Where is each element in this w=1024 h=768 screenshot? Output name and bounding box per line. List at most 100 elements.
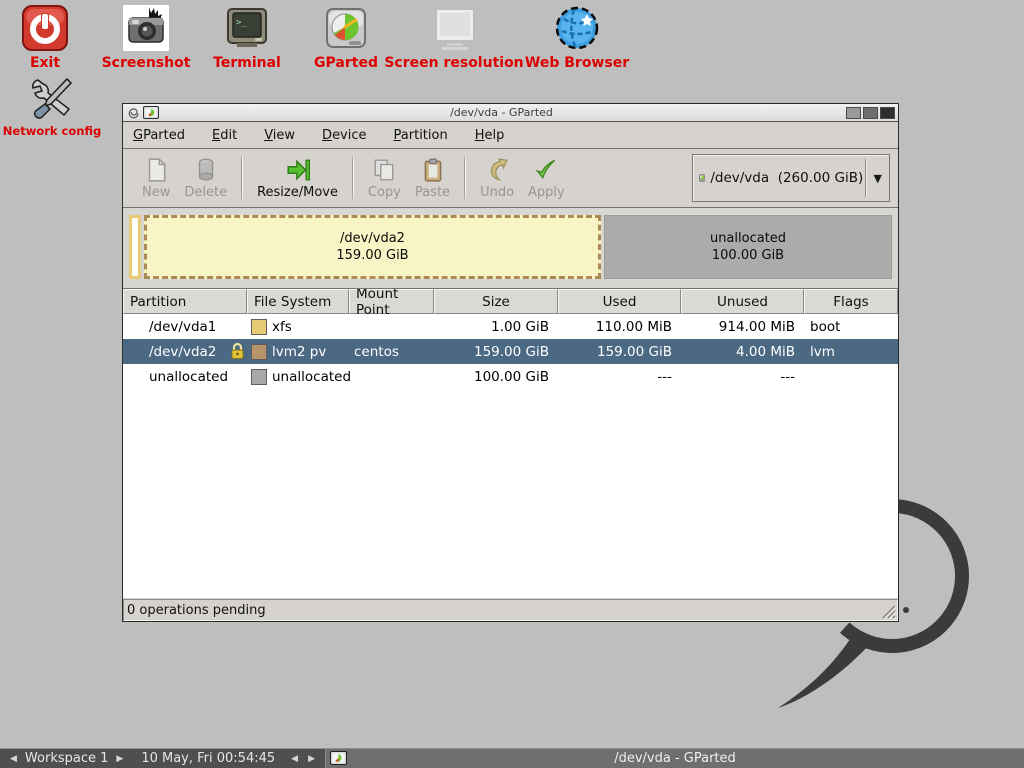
undo-icon: [484, 157, 510, 183]
delete-button[interactable]: Delete: [177, 155, 234, 202]
resize-move-button[interactable]: Resize/Move: [250, 155, 345, 202]
terminal-icon: >_: [225, 3, 269, 51]
workspace-switcher: ◀ Workspace 1 ▶ 10 May, Fri 00:54:45 ◀ ▶: [0, 749, 325, 768]
desktop-icon-exit[interactable]: Exit: [12, 3, 78, 71]
resize-grip[interactable]: [880, 603, 896, 619]
chevron-down-icon[interactable]: ▼: [871, 172, 885, 185]
partition-label: /dev/vda2: [340, 230, 405, 247]
debian-swirl-icon: [126, 106, 139, 119]
menu-partition[interactable]: Partition: [394, 128, 448, 143]
filesystem-color-swatch: [251, 319, 267, 335]
device-selector[interactable]: /dev/vda (260.00 GiB) ▼: [692, 154, 890, 202]
menu-view[interactable]: View: [264, 128, 295, 143]
menu-edit[interactable]: Edit: [212, 128, 237, 143]
cell-text: 110.00 MiB: [596, 319, 672, 335]
cell-text: 914.00 MiB: [719, 319, 795, 335]
exit-power-icon: [22, 3, 68, 51]
minimize-button[interactable]: [846, 107, 861, 119]
desktop-icon-screenshot[interactable]: Screenshot: [98, 3, 194, 71]
desktop-icon-gparted[interactable]: GParted: [302, 3, 390, 71]
cell-text: /dev/vda2: [149, 344, 216, 360]
cell-flags: [804, 364, 898, 389]
cell-text: unallocated: [272, 369, 351, 385]
toolbar: New Delete Resize/Move Copy: [123, 149, 898, 208]
camera-icon: [123, 3, 169, 51]
desktop-icon-network-config[interactable]: Network config: [6, 72, 98, 138]
toolbar-separator: [352, 157, 354, 199]
menu-gparted[interactable]: GParted: [133, 128, 185, 143]
cell-fs: lvm2 pv: [247, 339, 349, 364]
cell-text: 1.00 GiB: [491, 319, 549, 335]
desktop-icon-label: GParted: [314, 55, 378, 71]
desktop-icon-screen-resolution[interactable]: Screen resolution: [390, 3, 518, 71]
cell-size: 100.00 GiB: [434, 364, 558, 389]
cell-mount: centos: [349, 339, 434, 364]
clock-next-icon[interactable]: ▶: [306, 754, 317, 764]
partition-visual-bar: /dev/vda2 159.00 GiB unallocated 100.00 …: [123, 208, 898, 288]
lock-icon: [230, 342, 245, 360]
device-selector-value: /dev/vda (260.00 GiB): [710, 170, 863, 186]
cell-fs: unallocated: [247, 364, 349, 389]
partition-block-vda2-selected[interactable]: /dev/vda2 159.00 GiB: [144, 215, 601, 279]
paste-icon: [420, 157, 446, 183]
delete-icon: [193, 157, 219, 183]
workspace-next-icon[interactable]: ▶: [114, 754, 125, 764]
undo-button[interactable]: Undo: [473, 155, 521, 202]
window-titlebar[interactable]: /dev/vda - GParted: [123, 104, 898, 122]
copy-icon: [371, 157, 397, 183]
gparted-window-icon: [143, 106, 159, 120]
desktop-icon-label: Network config: [3, 124, 101, 138]
cell-mount: [349, 364, 434, 389]
workspace-prev-icon[interactable]: ◀: [8, 754, 19, 764]
gparted-drive-icon: [323, 3, 369, 51]
cell-text: ---: [780, 369, 795, 385]
table-row--dev-vda1[interactable]: /dev/vda1xfs1.00 GiB110.00 MiB914.00 MiB…: [123, 314, 898, 339]
cell-used: 110.00 MiB: [558, 314, 681, 339]
task-button-gparted[interactable]: /dev/vda - GParted: [325, 749, 1024, 768]
column-header-used[interactable]: Used: [558, 289, 681, 314]
column-header-partition[interactable]: Partition: [123, 289, 247, 314]
table-body: /dev/vda1xfs1.00 GiB110.00 MiB914.00 MiB…: [123, 314, 898, 598]
partition-size: 159.00 GiB: [336, 247, 408, 264]
cell-text: 4.00 MiB: [736, 344, 795, 360]
tools-icon: [29, 72, 75, 120]
clock-prev-icon[interactable]: ◀: [289, 754, 300, 764]
close-button[interactable]: [880, 107, 895, 119]
paste-button[interactable]: Paste: [408, 155, 457, 202]
column-header-mountpoint[interactable]: Mount Point: [349, 289, 434, 314]
cell-size: 159.00 GiB: [434, 339, 558, 364]
monitor-icon: [429, 3, 479, 51]
maximize-button[interactable]: [863, 107, 878, 119]
new-document-icon: [143, 157, 169, 183]
desktop-icon-label: Exit: [30, 55, 60, 71]
partition-label: unallocated: [710, 230, 786, 247]
cell-text: lvm2 pv: [272, 344, 326, 360]
filesystem-color-swatch: [251, 344, 267, 360]
cell-fs: xfs: [247, 314, 349, 339]
column-header-flags[interactable]: Flags: [804, 289, 898, 314]
copy-button[interactable]: Copy: [361, 155, 408, 202]
menubar: GParted Edit View Device Partition Help: [123, 122, 898, 149]
partition-block-unallocated[interactable]: unallocated 100.00 GiB: [604, 215, 892, 279]
column-header-filesystem[interactable]: File System: [247, 289, 349, 314]
desktop-icon-web-browser[interactable]: Web Browser: [528, 3, 626, 71]
cell-used: ---: [558, 364, 681, 389]
partition-size: 100.00 GiB: [712, 247, 784, 264]
apply-check-icon: [533, 157, 559, 183]
menu-device[interactable]: Device: [322, 128, 366, 143]
table-row--dev-vda2[interactable]: /dev/vda2 lvm2 pvcentos159.00 GiB159.00 …: [123, 339, 898, 364]
status-bar: 0 operations pending: [123, 599, 898, 621]
menu-help[interactable]: Help: [475, 128, 505, 143]
column-header-size[interactable]: Size: [434, 289, 558, 314]
table-row-unallocated[interactable]: unallocatedunallocated100.00 GiB------: [123, 364, 898, 389]
column-header-unused[interactable]: Unused: [681, 289, 804, 314]
new-button[interactable]: New: [135, 155, 177, 202]
desktop-icon-terminal[interactable]: >_ Terminal: [200, 3, 294, 71]
pending-operations-status: 0 operations pending: [124, 603, 266, 618]
cell-text: ---: [657, 369, 672, 385]
apply-button[interactable]: Apply: [521, 155, 572, 202]
cell-flags: boot: [804, 314, 898, 339]
cell-unused: 4.00 MiB: [681, 339, 804, 364]
partition-block-vda1[interactable]: [129, 215, 141, 279]
gparted-window: /dev/vda - GParted GParted Edit View Dev…: [122, 103, 899, 622]
